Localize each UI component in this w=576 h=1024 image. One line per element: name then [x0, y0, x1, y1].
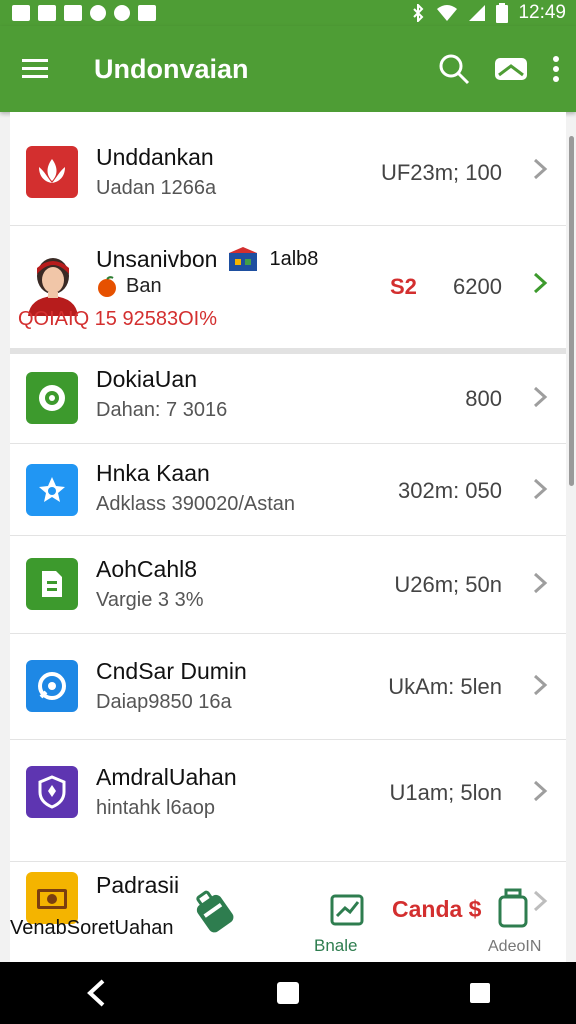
notification-icon — [64, 5, 82, 21]
battery-icon — [496, 3, 509, 23]
list-item[interactable]: DokiaUan Dahan: 7 3016 800 — [10, 354, 566, 444]
item-title: Unddankan — [96, 144, 214, 170]
star-app-icon — [26, 464, 78, 516]
clock: 12:49 — [518, 2, 566, 23]
item-subtitle: Daiap9850 16a — [96, 691, 232, 713]
item-title: AmdralUahan — [96, 764, 237, 790]
navigation-bar — [0, 962, 576, 1024]
mail-button[interactable] — [494, 55, 528, 83]
search-icon — [439, 54, 470, 85]
item-title-row: Unsanivbon 1alb8 — [96, 246, 318, 273]
item-texts: Unddankan Uadan 1266a — [96, 144, 216, 200]
action-label[interactable]: AdeoIN — [488, 938, 541, 956]
item-subtitle: Ban — [126, 275, 162, 297]
search-button[interactable] — [438, 53, 470, 85]
item-subtitle: Adklass 390020/Astan — [96, 493, 296, 515]
wifi-icon — [437, 5, 458, 21]
chevron-right-icon — [533, 780, 548, 802]
item-subtitle: Uadan 1266a — [96, 177, 217, 199]
item-value: UkAm: 5len — [388, 674, 502, 699]
item-tag: 1alb8 — [269, 248, 319, 270]
item-warning: QOIAIQ 15 92583OI% — [18, 308, 217, 330]
item-badge: S2 — [390, 274, 417, 299]
document-app-icon — [26, 558, 78, 610]
signal-icon — [469, 5, 486, 21]
item-value: 800 — [465, 386, 502, 411]
chat-app-icon — [26, 372, 78, 424]
hamburger-icon — [22, 59, 48, 78]
list-item[interactable]: Unddankan Uadan 1266a UF23m; 100 — [10, 112, 566, 226]
item-title: DokiaUan — [96, 366, 197, 392]
item-title: Hnka Kaan — [96, 460, 210, 486]
scrollbar[interactable] — [569, 136, 574, 486]
item-texts: Unsanivbon 1alb8 Ban QOIAIQ 15 92583OI% — [18, 246, 318, 331]
item-title: Padrasii — [96, 872, 180, 898]
item-texts: AohCahl8 Vargie 3 3% — [96, 556, 203, 612]
avatar — [24, 254, 82, 316]
item-subtitle: VenabSoretUahan — [10, 917, 174, 939]
chevron-right-icon — [533, 572, 548, 594]
list-item[interactable]: AmdralUahan hintahk l6aop U1am; 5lon — [10, 740, 566, 862]
chevron-right-icon — [533, 386, 548, 408]
list-item[interactable]: AohCahl8 Vargie 3 3% U26m; 50n — [10, 536, 566, 634]
item-value: 302m: 050 — [398, 478, 502, 503]
item-title: Unsanivbon — [96, 246, 218, 272]
luggage-icon[interactable] — [188, 886, 240, 938]
list-item[interactable]: CndSar Dumin Daiap9850 16a UkAm: 5len — [10, 634, 566, 740]
action-label-red[interactable]: Canda $ — [392, 896, 481, 923]
chevron-right-icon — [533, 478, 548, 500]
target-app-icon — [26, 660, 78, 712]
item-value: UF23m; 100 — [380, 160, 502, 185]
mail-icon — [495, 58, 527, 80]
list-item[interactable]: Unsanivbon 1alb8 Ban QOIAIQ 15 92583OI% … — [10, 226, 566, 348]
bottle-icon[interactable] — [496, 888, 530, 928]
chevron-right-icon — [533, 158, 548, 180]
action-label[interactable]: Bnale — [314, 936, 357, 956]
notification-icon — [114, 5, 130, 21]
notification-icon — [12, 5, 30, 21]
chevron-right-icon — [533, 674, 548, 696]
item-title: AohCahl8 — [96, 556, 198, 582]
item-value: U1am; 5lon — [389, 780, 502, 805]
item-texts: CndSar Dumin Daiap9850 16a — [96, 658, 247, 714]
item-sub-row: Ban — [96, 275, 318, 298]
app-actions — [438, 53, 576, 85]
item-value: U26m; 50n — [394, 572, 502, 597]
item-subtitle: Dahan: 7 3016 — [96, 399, 228, 421]
overflow-menu-button[interactable] — [552, 55, 560, 83]
item-texts: Hnka Kaan Adklass 390020/Astan — [96, 460, 295, 516]
app-bar: Undonvaian — [0, 26, 576, 112]
notification-icon — [138, 5, 156, 21]
notification-icon — [38, 5, 56, 21]
notification-icon — [90, 5, 106, 21]
bluetooth-icon — [413, 4, 424, 22]
chart-icon[interactable] — [330, 894, 364, 926]
store-icon — [229, 246, 258, 271]
item-subtitle: hintahk l6aop — [96, 797, 215, 819]
list-item[interactable]: Hnka Kaan Adklass 390020/Astan 302m: 050 — [10, 444, 566, 536]
screen: 12:49 Undonvaian Unddankan Uadan 1266a U… — [0, 0, 576, 1024]
menu-button[interactable] — [0, 26, 72, 112]
item-texts: AmdralUahan hintahk l6aop — [96, 764, 237, 820]
lotus-app-icon — [26, 146, 78, 198]
bottom-action-strip: Bnale Canda $ AdeoIN — [180, 880, 566, 962]
item-value: 6200 — [453, 274, 502, 299]
item-subtitle: Vargie 3 3% — [96, 589, 204, 611]
app-list: Unddankan Uadan 1266a UF23m; 100 Unsaniv… — [10, 112, 566, 962]
chevron-right-icon — [533, 272, 548, 294]
shield-app-icon — [26, 766, 78, 818]
recents-icon[interactable] — [469, 982, 491, 1004]
item-texts: Padrasii VenabSoretUahan — [10, 872, 180, 940]
system-icons: 12:49 — [412, 2, 566, 24]
item-title: CndSar Dumin — [96, 658, 247, 684]
item-texts: DokiaUan Dahan: 7 3016 — [96, 366, 227, 422]
status-bar: 12:49 — [0, 0, 576, 26]
notification-icons — [12, 5, 156, 21]
back-icon[interactable] — [85, 978, 107, 1008]
more-vert-icon — [553, 56, 559, 82]
home-icon[interactable] — [276, 981, 300, 1005]
fruit-icon — [98, 275, 116, 297]
app-title: Undonvaian — [94, 53, 249, 84]
